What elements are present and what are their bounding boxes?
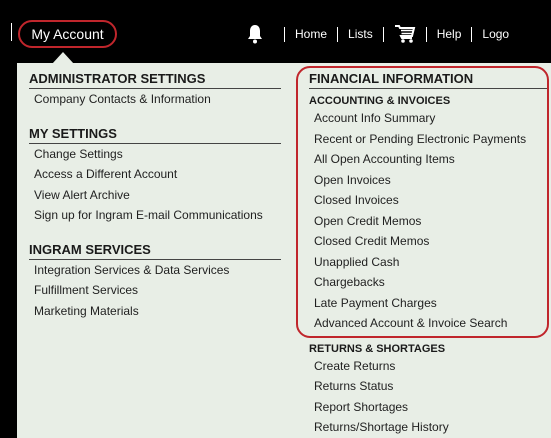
menu-item-electronic-payments[interactable]: Recent or Pending Electronic Payments (309, 129, 549, 150)
nav-separator (425, 26, 427, 42)
nav-separator (471, 26, 473, 42)
nav-separator (284, 26, 285, 42)
menu-item-access-different-account[interactable]: Access a Different Account (29, 164, 281, 185)
menu-item-chargebacks[interactable]: Chargebacks (309, 272, 549, 293)
help-link[interactable]: Help (437, 27, 462, 41)
menu-item-report-shortages[interactable]: Report Shortages (309, 397, 549, 418)
menu-item-integration-services[interactable]: Integration Services & Data Services (29, 260, 281, 281)
returns-shortages-list: Create Returns Returns Status Report Sho… (309, 356, 549, 438)
menu-item-advanced-search[interactable]: Advanced Account & Invoice Search (309, 313, 549, 334)
admin-settings-heading: ADMINISTRATOR SETTINGS (29, 71, 281, 89)
my-settings-list: Change Settings Access a Different Accou… (29, 144, 281, 226)
my-settings-heading: MY SETTINGS (29, 126, 281, 144)
menu-item-fulfillment-services[interactable]: Fulfillment Services (29, 280, 281, 301)
cart-icon[interactable] (394, 24, 416, 44)
ingram-services-heading: INGRAM SERVICES (29, 242, 281, 260)
top-nav-links: Home Lists Help Logo (246, 20, 509, 48)
ingram-services-list: Integration Services & Data Services Ful… (29, 260, 281, 322)
my-account-menu-button[interactable]: My Account (18, 20, 117, 48)
menu-item-account-info-summary[interactable]: Account Info Summary (309, 108, 549, 129)
bell-icon[interactable] (246, 24, 264, 44)
lists-link[interactable]: Lists (348, 27, 373, 41)
menu-item-closed-credit-memos[interactable]: Closed Credit Memos (309, 231, 549, 252)
nav-separator (337, 26, 339, 42)
logout-link[interactable]: Logo (482, 27, 509, 41)
right-menu-column: FINANCIAL INFORMATION ACCOUNTING & INVOI… (309, 71, 549, 438)
menu-item-unapplied-cash[interactable]: Unapplied Cash (309, 252, 549, 273)
menu-item-marketing-materials[interactable]: Marketing Materials (29, 301, 281, 322)
menu-item-create-returns[interactable]: Create Returns (309, 356, 549, 377)
financial-information-heading: FINANCIAL INFORMATION (309, 71, 549, 89)
home-link[interactable]: Home (295, 27, 327, 41)
menu-item-open-credit-memos[interactable]: Open Credit Memos (309, 211, 549, 232)
nav-separator (11, 23, 12, 41)
left-menu-column: ADMINISTRATOR SETTINGS Company Contacts … (29, 71, 281, 321)
accounting-invoices-list: Account Info Summary Recent or Pending E… (309, 108, 549, 334)
menu-item-returns-history[interactable]: Returns/Shortage History (309, 417, 549, 438)
menu-item-open-invoices[interactable]: Open Invoices (309, 170, 549, 191)
nav-separator (382, 26, 384, 42)
menu-item-change-settings[interactable]: Change Settings (29, 144, 281, 165)
my-account-dropdown-panel: ADMINISTRATOR SETTINGS Company Contacts … (17, 63, 551, 438)
admin-settings-list: Company Contacts & Information (29, 89, 281, 110)
menu-item-late-payment-charges[interactable]: Late Payment Charges (309, 293, 549, 314)
returns-shortages-heading: RETURNS & SHORTAGES (309, 342, 446, 355)
menu-item-returns-status[interactable]: Returns Status (309, 376, 549, 397)
menu-item-closed-invoices[interactable]: Closed Invoices (309, 190, 549, 211)
accounting-invoices-heading: ACCOUNTING & INVOICES (309, 95, 451, 107)
menu-item-email-signup[interactable]: Sign up for Ingram E-mail Communications (29, 205, 281, 226)
top-navigation-bar: My Account Home Lists Help Logo (0, 0, 551, 58)
menu-item-all-open-accounting[interactable]: All Open Accounting Items (309, 149, 549, 170)
menu-item-view-alert-archive[interactable]: View Alert Archive (29, 185, 281, 206)
menu-item-company-contacts[interactable]: Company Contacts & Information (29, 89, 281, 110)
